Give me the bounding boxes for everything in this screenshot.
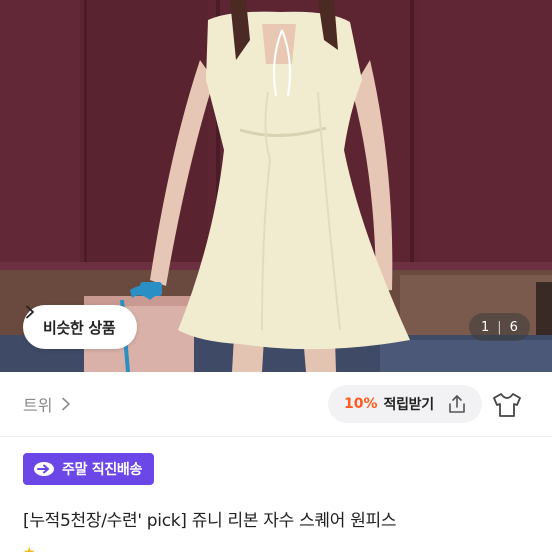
seller-name: 트위 xyxy=(23,396,53,415)
delivery-arrow-icon xyxy=(34,462,54,476)
tshirt-icon[interactable] xyxy=(490,388,524,422)
image-counter-total: 6 xyxy=(509,319,518,335)
product-page: 비슷한 상품 1 | 6 트위 10% 적립받기 주말 직진배송 [누적5천장/… xyxy=(0,0,552,552)
image-counter-separator: | xyxy=(497,319,502,335)
delivery-badge: 주말 직진배송 xyxy=(23,453,155,485)
star-icon: ★ xyxy=(23,545,36,552)
reward-button[interactable]: 10% 적립받기 xyxy=(328,385,482,423)
section-divider xyxy=(0,436,552,437)
reward-percent: 10% xyxy=(344,396,378,412)
seller-link[interactable]: 트위 xyxy=(23,392,72,416)
similar-products-label: 비슷한 상품 xyxy=(43,318,116,337)
chevron-right-icon xyxy=(62,397,71,411)
image-counter-current: 1 xyxy=(481,319,490,335)
info-row: 트위 10% 적립받기 xyxy=(0,372,552,436)
chevron-right-icon xyxy=(26,305,34,319)
product-title: [누적5천장/수련' pick] 쥬니 리본 자수 스퀘어 원피스 xyxy=(23,511,397,531)
similar-products-button[interactable]: 비슷한 상품 xyxy=(23,305,138,349)
product-image[interactable]: 비슷한 상품 1 | 6 xyxy=(0,0,552,372)
reward-label: 적립받기 xyxy=(383,397,435,413)
share-icon[interactable] xyxy=(446,393,468,415)
image-counter: 1 | 6 xyxy=(469,313,530,341)
delivery-badge-label: 주말 직진배송 xyxy=(62,462,143,478)
rating-row: ★ xyxy=(23,545,36,552)
